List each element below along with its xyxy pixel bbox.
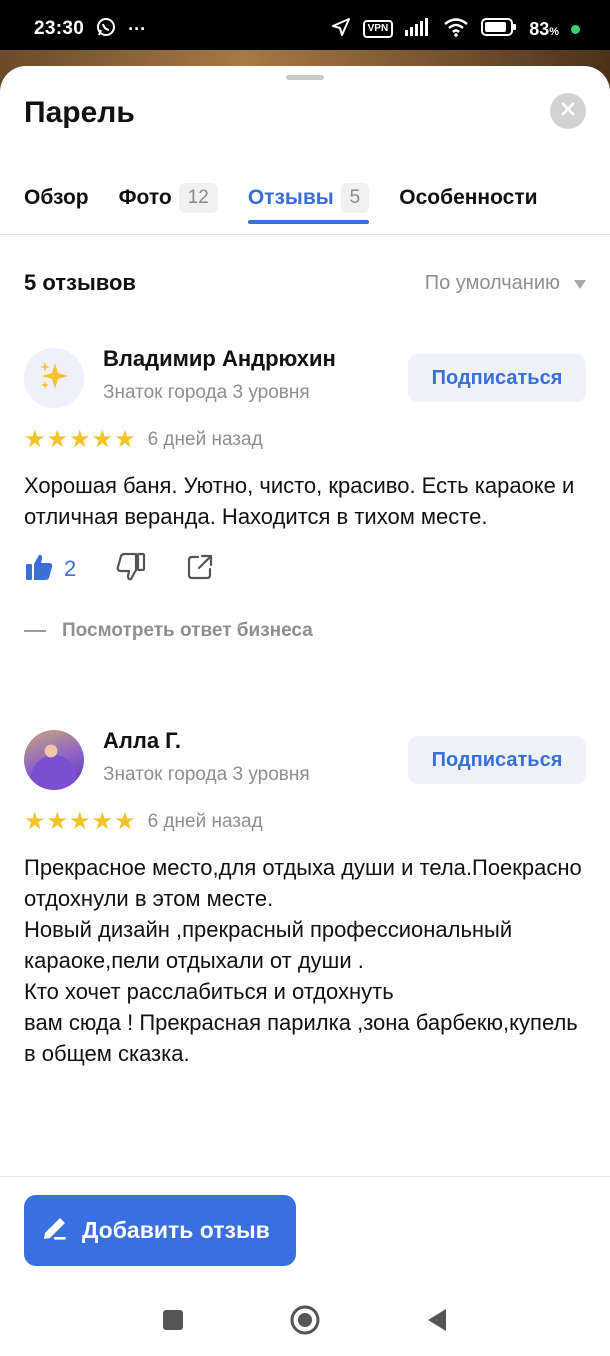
tab-label: Фото: [118, 186, 172, 209]
signal-icon: [405, 17, 431, 41]
review-actions: 2: [24, 552, 586, 586]
close-icon: [561, 102, 575, 121]
divider: [0, 1176, 610, 1177]
place-card-sheet: Парель Обзор Фото 12 Отзывы 5 Особенност…: [0, 66, 610, 1356]
add-review-label: Добавить отзыв: [82, 1217, 270, 1243]
star-icon: ★: [69, 808, 91, 835]
tab-features[interactable]: Особенности: [399, 174, 537, 222]
sheet-grabber[interactable]: [286, 75, 324, 80]
triangle-down-icon: [574, 272, 586, 295]
business-reply-label: Посмотреть ответ бизнеса: [62, 620, 313, 641]
divider: [0, 234, 610, 235]
tab-photos[interactable]: Фото 12: [119, 174, 218, 222]
subscribe-button[interactable]: Подписаться: [408, 736, 586, 784]
review-date: 6 дней назад: [147, 811, 263, 832]
star-icon: ★: [24, 808, 46, 835]
review-text: Хорошая баня. Уютно, чисто, красиво. Ест…: [24, 473, 575, 529]
star-icon: ★: [114, 426, 136, 453]
sparkles-icon: [37, 359, 71, 398]
review-item: Алла Г. Знаток города 3 уровня Подписать…: [24, 722, 586, 1069]
system-nav-bar: [0, 1292, 610, 1352]
review-rating: ★ ★ ★ ★ ★ 6 дней назад: [24, 424, 586, 456]
review-date: 6 дней назад: [147, 429, 263, 450]
recent-apps-button[interactable]: [162, 1309, 184, 1336]
review-author[interactable]: Владимир Андрюхин: [103, 346, 336, 372]
business-reply-link[interactable]: Посмотреть ответ бизнеса: [24, 620, 586, 642]
thumbs-up-icon: [24, 552, 54, 587]
avatar[interactable]: [24, 730, 84, 790]
tab-label: Отзывы: [247, 186, 334, 209]
star-icon: ★: [24, 426, 46, 453]
tab-label: Обзор: [24, 186, 89, 209]
star-icon: ★: [91, 426, 114, 453]
tab-bar: Обзор Фото 12 Отзывы 5 Особенности: [24, 174, 610, 224]
review-item: Владимир Андрюхин Знаток города 3 уровня…: [24, 340, 586, 642]
star-icon: ★: [114, 808, 136, 835]
sort-dropdown[interactable]: По умолчанию: [425, 272, 586, 295]
sort-label: По умолчанию: [424, 271, 560, 294]
review-rating: ★ ★ ★ ★ ★ 6 дней назад: [24, 806, 586, 838]
close-button[interactable]: [550, 93, 586, 129]
rating-stars: ★ ★ ★ ★ ★: [24, 428, 136, 452]
battery-level: 83%: [529, 18, 559, 39]
author-level: Знаток города 3 уровня: [103, 382, 310, 403]
tab-reviews[interactable]: Отзывы 5: [247, 174, 370, 224]
reviews-header: 5 отзывов По умолчанию: [24, 270, 586, 296]
home-button[interactable]: [289, 1304, 321, 1341]
review-text: Прекрасное место,для отдыха души и тела.…: [24, 855, 582, 1066]
avatar[interactable]: [24, 348, 84, 408]
share-button[interactable]: [186, 553, 214, 586]
like-count: 2: [64, 556, 77, 581]
tab-count-badge: 5: [340, 183, 370, 213]
pencil-icon: [40, 1213, 70, 1249]
author-level: Знаток города 3 уровня: [103, 764, 310, 785]
tab-count-badge: 12: [178, 183, 218, 213]
share-icon: [186, 553, 214, 586]
subscribe-button[interactable]: Подписаться: [408, 354, 586, 402]
notification-overflow-icon: ···: [128, 18, 147, 39]
charging-dot: [571, 24, 580, 34]
reviews-count: 5 отзывов: [24, 270, 136, 295]
status-time: 23:30: [34, 18, 85, 39]
rating-stars: ★ ★ ★ ★ ★: [24, 810, 136, 834]
tab-overview[interactable]: Обзор: [24, 174, 89, 222]
like-button[interactable]: 2: [24, 552, 76, 587]
whatsapp-icon: [96, 17, 116, 42]
star-icon: ★: [69, 426, 91, 453]
dislike-button[interactable]: [116, 552, 146, 587]
add-review-button[interactable]: Добавить отзыв: [24, 1195, 296, 1266]
back-button[interactable]: [426, 1308, 448, 1337]
star-icon: ★: [46, 426, 69, 453]
star-icon: ★: [46, 808, 69, 835]
battery-icon: [481, 17, 517, 42]
tab-label: Особенности: [399, 186, 538, 209]
vpn-icon: VPN: [362, 20, 394, 38]
place-title: Парель: [24, 96, 135, 129]
star-icon: ★: [91, 808, 114, 835]
location-arrow-icon: [331, 17, 351, 42]
thumbs-down-icon: [116, 552, 146, 587]
wifi-icon: [443, 17, 469, 42]
dash-icon: [24, 630, 46, 632]
review-author[interactable]: Алла Г.: [103, 728, 181, 754]
